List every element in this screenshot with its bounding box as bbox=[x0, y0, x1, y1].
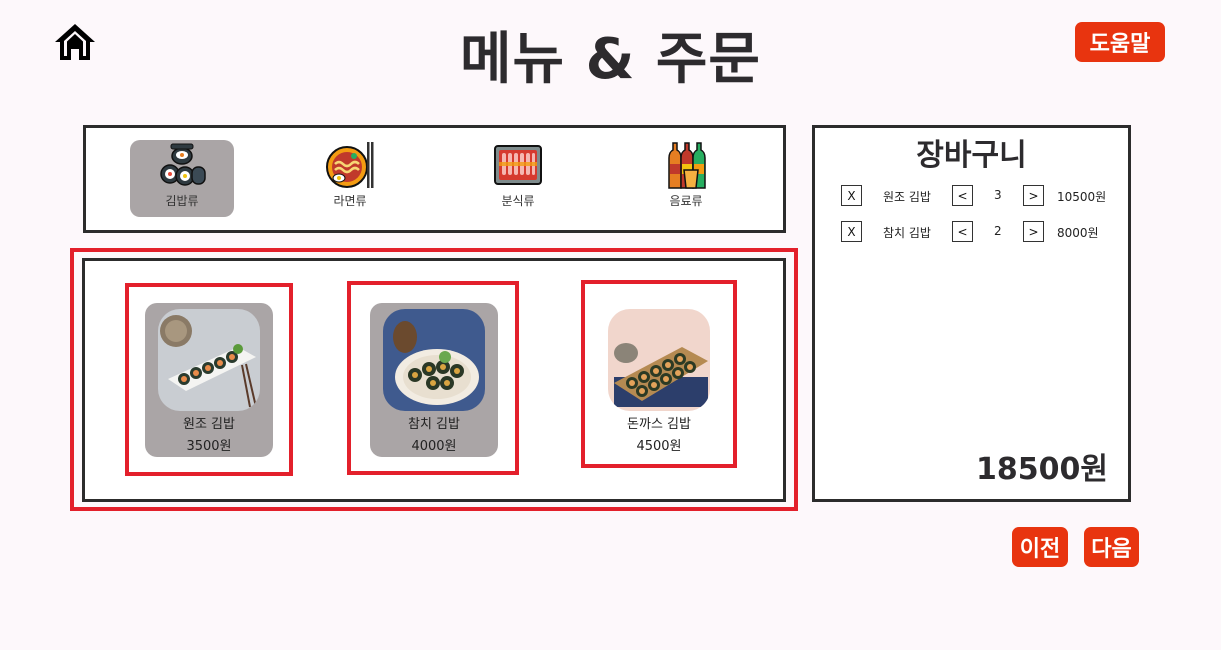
next-button[interactable]: 다음 bbox=[1084, 527, 1139, 567]
tab-label: 음료류 bbox=[669, 194, 703, 208]
gimbap-photo bbox=[158, 309, 260, 411]
decrease-qty-button[interactable]: < bbox=[952, 221, 973, 242]
menu-item-name: 원조 김밥 bbox=[183, 417, 235, 432]
cart-item-subtotal: 8000원 bbox=[1057, 226, 1099, 240]
cart-item-name: 원조 김밥 bbox=[883, 190, 931, 204]
decrease-qty-button[interactable]: < bbox=[952, 185, 973, 206]
menu-item-price: 4500원 bbox=[636, 439, 682, 454]
remove-item-button[interactable]: X bbox=[841, 185, 862, 206]
increase-qty-button[interactable]: > bbox=[1023, 221, 1044, 242]
cart-item-name: 참치 김밥 bbox=[883, 226, 931, 240]
cart-panel: 장바구니 X 원조 김밥 < 3 > 10500원 X 참치 김밥 < 2 > … bbox=[812, 125, 1131, 502]
drinks-icon bbox=[668, 142, 706, 189]
gimbap-photo bbox=[608, 309, 710, 411]
menu-item-card[interactable]: 참치 김밥 4000원 bbox=[370, 303, 498, 457]
tab-label: 분식류 bbox=[501, 194, 535, 208]
menu-item-card[interactable]: 돈까스 김밥 4500원 bbox=[602, 303, 716, 457]
prev-button[interactable]: 이전 bbox=[1012, 527, 1068, 567]
ramen-icon bbox=[326, 142, 374, 188]
menu-item-price: 3500원 bbox=[186, 439, 232, 454]
cart-item-subtotal: 10500원 bbox=[1057, 190, 1107, 204]
help-button[interactable]: 도움말 bbox=[1075, 22, 1165, 62]
tab-ramen[interactable]: 라면류 bbox=[298, 140, 402, 217]
cart-title: 장바구니 bbox=[916, 138, 1027, 173]
gimbap-photo bbox=[383, 309, 485, 411]
tab-drinks[interactable]: 음료류 bbox=[634, 140, 738, 217]
cart-row: X 참치 김밥 < 2 > 8000원 bbox=[815, 221, 1128, 245]
menu-item-name: 돈까스 김밥 bbox=[627, 417, 691, 432]
increase-qty-button[interactable]: > bbox=[1023, 185, 1044, 206]
menu-item-price: 4000원 bbox=[411, 439, 457, 454]
cart-item-qty: 2 bbox=[994, 224, 1002, 238]
cart-item-qty: 3 bbox=[994, 188, 1002, 202]
tab-bunsik[interactable]: 분식류 bbox=[466, 140, 570, 217]
tab-label: 김밥류 bbox=[165, 194, 199, 208]
tteokbokki-icon bbox=[494, 145, 542, 185]
tab-label: 라면류 bbox=[333, 194, 367, 208]
menu-item-name: 참치 김밥 bbox=[408, 417, 460, 432]
menu-item-card[interactable]: 원조 김밥 3500원 bbox=[145, 303, 273, 457]
cart-row: X 원조 김밥 < 3 > 10500원 bbox=[815, 185, 1128, 209]
tab-gimbap[interactable]: 김밥류 bbox=[130, 140, 234, 217]
cart-total: 18500원 bbox=[976, 452, 1108, 487]
page-title: 메뉴 & 주문 bbox=[460, 27, 761, 92]
gimbap-icon bbox=[160, 143, 206, 186]
remove-item-button[interactable]: X bbox=[841, 221, 862, 242]
category-tabs: 김밥류 라면류 분식류 음료류 bbox=[83, 125, 786, 233]
